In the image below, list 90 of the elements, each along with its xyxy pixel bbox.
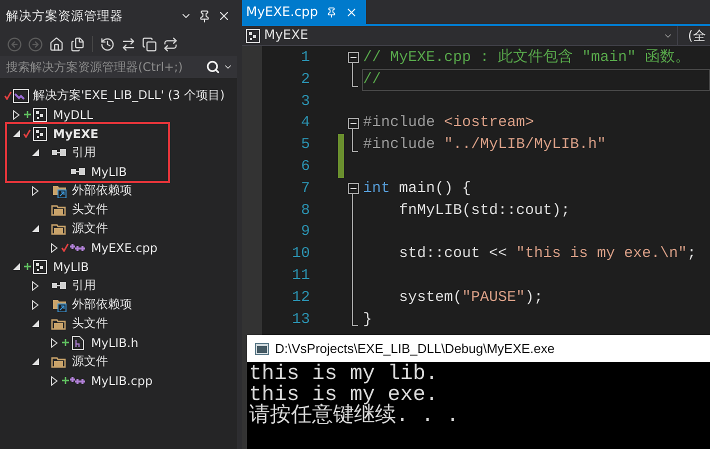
repeat-icon[interactable]	[162, 36, 179, 52]
folder-icon	[51, 203, 67, 216]
collapse-icon[interactable]	[348, 52, 358, 64]
line-number: 8	[300, 200, 311, 221]
console-title: D:\VsProjects\EXE_LIB_DLL\Debug\MyEXE.exe	[275, 341, 555, 356]
tree-item[interactable]: 头文件	[72, 201, 108, 218]
collapse-arrow-icon[interactable]	[32, 320, 38, 327]
collapse-arrow-icon[interactable]	[32, 149, 38, 156]
editor-tab[interactable]: MyEXE.cpp	[242, 0, 366, 24]
collapse-arrow-icon[interactable]	[12, 130, 20, 137]
cpp-file-icon	[70, 242, 86, 252]
line-number: 10	[290, 244, 311, 264]
code-line: }	[362, 310, 374, 330]
line-number: 12	[290, 288, 311, 308]
close-icon[interactable]	[345, 6, 358, 18]
tree-item[interactable]: MyLIB.h	[91, 336, 138, 350]
pin-icon[interactable]	[326, 6, 338, 18]
project-dropdown[interactable]: MyEXE	[242, 26, 678, 45]
panel-title: 解决方案资源管理器	[6, 8, 124, 24]
tree-item[interactable]: MyDLL	[53, 108, 94, 122]
console-icon	[255, 342, 269, 354]
line-number: 9	[300, 222, 311, 242]
clock-icon[interactable]	[99, 36, 116, 52]
tree-item[interactable]: MyLIB	[53, 260, 89, 274]
search-field[interactable]: 搜索解决方案资源管理器(Ctrl+;)	[0, 56, 237, 78]
line-number: 5	[300, 135, 311, 156]
expand-arrow-icon[interactable]	[32, 186, 38, 196]
code-line: fnMyLIB(std::cout);	[398, 200, 572, 221]
code-line: #include <iostream>	[362, 113, 536, 134]
expand-arrow-icon[interactable]	[32, 300, 38, 310]
copy-icon[interactable]	[141, 36, 158, 52]
line-number: 2	[300, 70, 311, 90]
project-icon	[33, 260, 47, 274]
folder-link-icon	[52, 184, 66, 198]
line-number: 7	[300, 178, 311, 199]
scope-dropdown[interactable]: (全	[678, 26, 710, 45]
tree-item[interactable]: 外部依赖项	[72, 182, 132, 199]
tree-item[interactable]: 源文件	[72, 353, 108, 370]
code-line: // MyEXE.cpp : 此文件包含 "main" 函数。	[362, 48, 692, 68]
folder-icon	[51, 222, 67, 235]
pages-icon[interactable]	[69, 36, 86, 52]
tree-item[interactable]: 源文件	[72, 220, 108, 237]
tree-item[interactable]: MyLIB.cpp	[91, 374, 153, 388]
pin-icon[interactable]	[198, 10, 211, 22]
line-number: 6	[300, 156, 311, 177]
folder-link-icon	[52, 298, 66, 312]
references-icon	[52, 148, 66, 156]
search-icon	[206, 60, 220, 74]
close-icon[interactable]	[217, 9, 231, 23]
tree-item[interactable]: MyEXE.cpp	[91, 240, 158, 254]
line-number: 4	[300, 113, 311, 134]
expand-arrow-icon[interactable]	[50, 376, 58, 386]
expand-arrow-icon[interactable]	[50, 338, 58, 348]
references-icon	[52, 282, 66, 290]
collapse-arrow-icon[interactable]	[32, 225, 38, 232]
project-icon	[33, 108, 47, 122]
home-icon[interactable]	[48, 36, 65, 52]
tree-item[interactable]: 头文件	[72, 315, 108, 332]
project-icon	[33, 126, 47, 140]
tree-item[interactable]: 外部依赖项	[72, 296, 132, 313]
reference-icon	[71, 168, 85, 176]
tree-item[interactable]: 引用	[72, 144, 96, 161]
console-text: 请按任意键继续. . .	[249, 406, 460, 427]
collapse-icon[interactable]	[348, 118, 358, 129]
folder-icon	[51, 317, 67, 330]
line-number: 13	[290, 310, 311, 330]
console-text: this is my lib.	[249, 364, 440, 385]
line-number: 11	[290, 266, 311, 286]
tree-item[interactable]: 解决方案'EXE_LIB_DLL' (3 个项目)	[33, 87, 225, 104]
tree-item[interactable]: 引用	[72, 277, 96, 294]
line-number: 3	[300, 92, 311, 112]
line-number: 1	[300, 48, 311, 68]
code-line: #include "../MyLIB/MyLIB.h"	[362, 135, 608, 156]
collapse-arrow-icon[interactable]	[12, 263, 20, 270]
collapse-arrow-icon[interactable]	[32, 358, 38, 365]
expand-arrow-icon[interactable]	[12, 110, 20, 120]
solution-icon	[12, 88, 28, 102]
expand-arrow-icon[interactable]	[32, 280, 38, 290]
cpp-file-icon	[70, 376, 86, 386]
tree-item[interactable]: MyLIB	[91, 164, 127, 178]
project-icon	[246, 28, 260, 42]
code-line: std::cout << "this is my exe.\n";	[398, 244, 698, 264]
arrows-icon[interactable]	[120, 36, 137, 52]
header-file-icon	[72, 336, 84, 350]
tree-item[interactable]: MyEXE	[53, 126, 98, 140]
folder-icon	[51, 355, 67, 368]
collapse-icon[interactable]	[348, 183, 358, 194]
code-line: system("PAUSE");	[398, 288, 544, 308]
expand-arrow-icon[interactable]	[50, 242, 58, 252]
code-line: int main() {	[362, 178, 472, 199]
